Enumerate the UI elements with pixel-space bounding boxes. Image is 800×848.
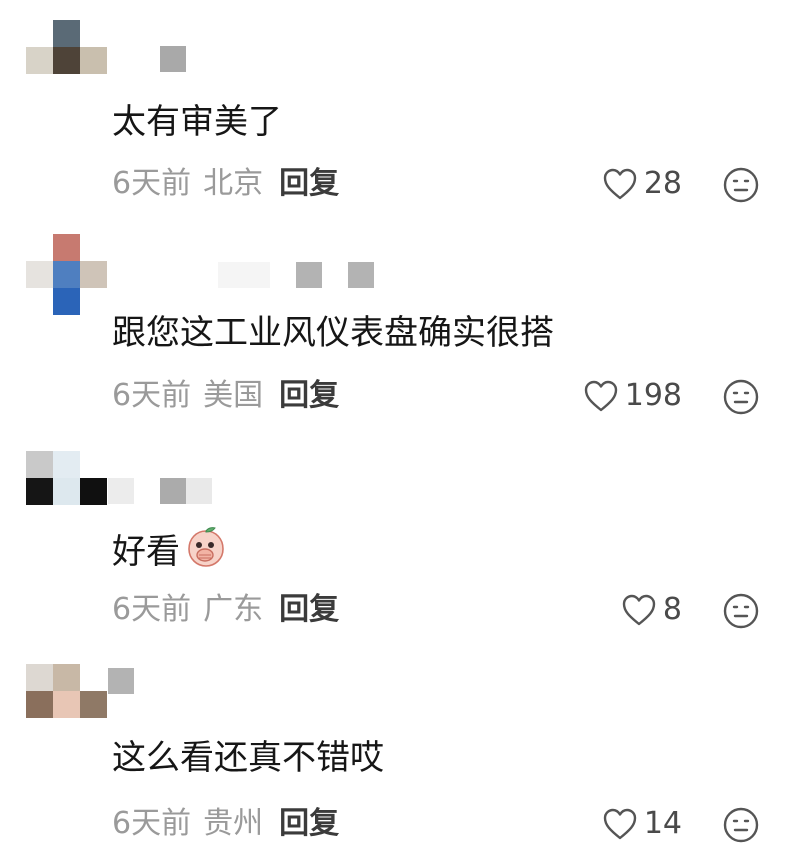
reply-button[interactable]: 回复 <box>279 378 339 413</box>
face-emoji-icon[interactable] <box>722 166 760 204</box>
heart-outline-icon <box>621 593 657 627</box>
comment-time: 6天前 <box>112 806 192 841</box>
comment-meta: 6天前 贵州 回复 <box>112 806 339 842</box>
face-emoji-icon[interactable] <box>722 378 760 416</box>
peach-emoji-icon <box>184 525 228 578</box>
avatar[interactable] <box>26 20 107 74</box>
face-emoji-icon[interactable] <box>722 806 760 844</box>
comment-text: 太有审美了 <box>112 102 282 142</box>
face-emoji-icon[interactable] <box>722 592 760 630</box>
username-pixelated[interactable] <box>218 262 374 288</box>
avatar[interactable] <box>26 664 107 718</box>
like-count: 8 <box>662 592 682 627</box>
comment-location: 贵州 <box>203 806 264 841</box>
like-button[interactable]: 28 <box>602 166 682 202</box>
avatar[interactable] <box>26 234 107 315</box>
comment-text: 这么看还真不错哎 <box>112 738 384 778</box>
comment-time: 6天前 <box>112 378 192 413</box>
comment-text-content: 太有审美了 <box>112 102 282 142</box>
avatar[interactable] <box>26 451 107 505</box>
like-button[interactable]: 14 <box>602 806 682 842</box>
reply-button[interactable]: 回复 <box>279 592 339 627</box>
comment-text-content: 好看 <box>112 531 180 572</box>
username-pixelated[interactable] <box>108 668 134 694</box>
comment-meta: 6天前 美国 回复 <box>112 378 339 414</box>
comment-meta: 6天前 广东 回复 <box>112 592 339 628</box>
comment-meta: 6天前 北京 回复 <box>112 166 339 202</box>
comment-location: 美国 <box>203 378 264 413</box>
reply-button[interactable]: 回复 <box>279 806 339 841</box>
username-pixelated[interactable] <box>160 46 186 72</box>
comment-text-content: 这么看还真不错哎 <box>112 738 384 778</box>
like-count: 14 <box>643 806 682 841</box>
comment-text-content: 跟您这工业风仪表盘确实很搭 <box>112 313 554 353</box>
like-count: 28 <box>643 166 682 201</box>
comment-text: 跟您这工业风仪表盘确实很搭 <box>112 313 554 353</box>
comment-text: 好看 <box>112 525 228 578</box>
username-pixelated[interactable] <box>108 478 212 504</box>
like-button[interactable]: 8 <box>621 592 682 628</box>
comment-location: 广东 <box>203 592 264 627</box>
comment-time: 6天前 <box>112 166 192 201</box>
heart-outline-icon <box>602 807 638 841</box>
heart-outline-icon <box>602 167 638 201</box>
heart-outline-icon <box>583 379 619 413</box>
like-count: 198 <box>624 378 682 413</box>
comment-location: 北京 <box>203 166 264 201</box>
reply-button[interactable]: 回复 <box>279 166 339 201</box>
like-button[interactable]: 198 <box>583 378 682 414</box>
comment-time: 6天前 <box>112 592 192 627</box>
